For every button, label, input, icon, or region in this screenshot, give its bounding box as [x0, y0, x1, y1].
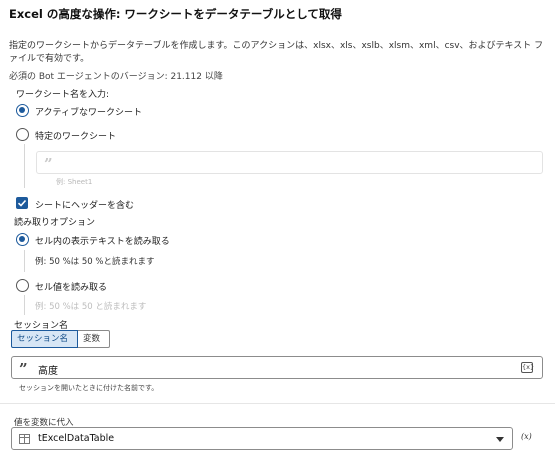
- bot-agent-requirement: 必須の Bot エージェントのバージョン: 21.112 以降: [9, 72, 223, 82]
- read-value-example: 例: 50 %は 50 と読まれます: [35, 302, 147, 312]
- insert-variable-icon[interactable]: {x}: [521, 362, 534, 373]
- worksheet-label: ワークシート名を入力:: [16, 90, 110, 100]
- indent-line: [24, 295, 25, 315]
- indent-line: [24, 250, 25, 272]
- radio-active-worksheet-label[interactable]: アクティブなワークシート: [35, 105, 142, 118]
- section-divider: [0, 403, 555, 404]
- worksheet-name-input[interactable]: ”: [36, 151, 543, 174]
- chevron-down-icon[interactable]: [496, 437, 504, 442]
- radio-specific-worksheet-label[interactable]: 特定のワークシート: [35, 129, 116, 142]
- read-display-example: 例: 50 %は 50 %と読まれます: [35, 257, 155, 267]
- quote-icon: ”: [44, 155, 53, 173]
- indent-line: [24, 144, 25, 188]
- variable-select[interactable]: tExcelDataTable: [11, 427, 513, 450]
- table-icon: [19, 434, 30, 444]
- action-description: 指定のワークシートからデータテーブルを作成します。このアクションは、xlsx、x…: [9, 41, 544, 64]
- tab-session-name[interactable]: セッション名: [11, 330, 78, 348]
- worksheet-input-hint: 例: Sheet1: [56, 178, 93, 186]
- variable-select-value: tExcelDataTable: [38, 433, 115, 444]
- session-name-value: 高度: [38, 366, 58, 377]
- radio-active-worksheet[interactable]: [16, 104, 29, 117]
- action-title: Excel の高度な操作: ワークシートをデータテーブルとして取得: [9, 7, 342, 21]
- radio-read-display-text-label[interactable]: セル内の表示テキストを読み取る: [35, 234, 170, 247]
- read-options-label: 読み取りオプション: [14, 218, 96, 228]
- tab-variable[interactable]: 変数: [78, 330, 110, 348]
- checkmark-icon: [17, 199, 27, 207]
- header-checkbox-label[interactable]: シートにヘッダーを含む: [35, 198, 134, 211]
- radio-read-cell-value-label[interactable]: セル値を読み取る: [35, 280, 107, 293]
- radio-read-display-text[interactable]: [16, 233, 29, 246]
- radio-read-cell-value[interactable]: [16, 279, 29, 292]
- header-checkbox[interactable]: [16, 197, 28, 209]
- quote-icon: ”: [19, 360, 28, 378]
- create-variable-icon[interactable]: (x): [521, 432, 532, 441]
- radio-specific-worksheet[interactable]: [16, 128, 29, 141]
- session-hint: セッションを開いたときに付けた名前です。: [19, 384, 159, 392]
- session-name-input[interactable]: ” 高度 {x}: [11, 356, 543, 379]
